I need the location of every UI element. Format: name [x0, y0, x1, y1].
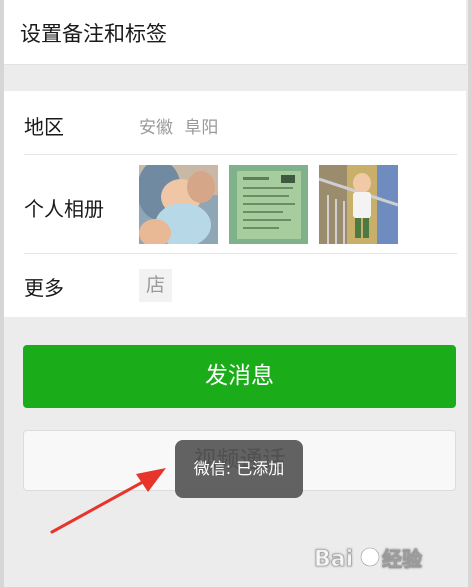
baidu-watermark-logo: Bai 经验	[314, 537, 464, 577]
svg-text:经验: 经验	[382, 547, 422, 571]
red-arrow-annotation	[50, 468, 166, 534]
svg-text:Bai: Bai	[314, 547, 353, 572]
